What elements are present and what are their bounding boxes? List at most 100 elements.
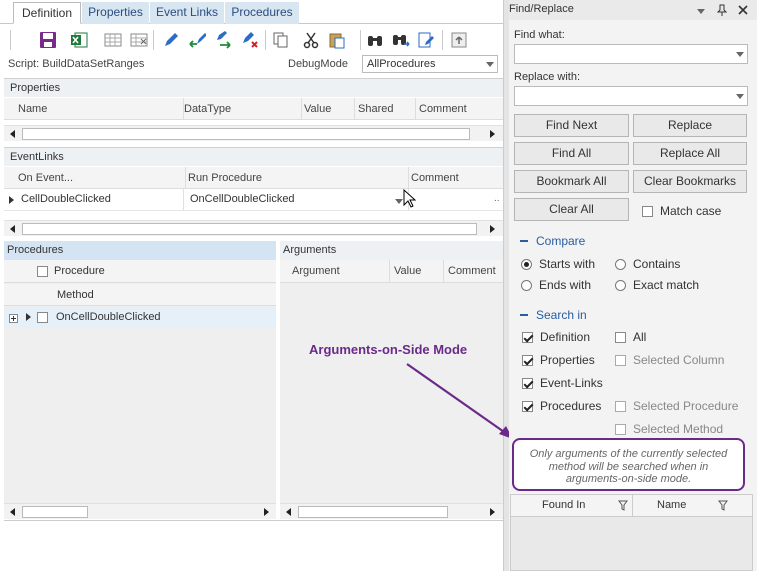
find-all-button[interactable]: Find All xyxy=(514,142,629,165)
grid-columns-remove-icon[interactable] xyxy=(128,29,150,51)
arrow-left-icon[interactable] xyxy=(186,29,208,51)
column-header-comment[interactable]: Comment xyxy=(444,260,503,283)
collapse-minus-icon[interactable] xyxy=(520,314,528,316)
starts-with-option[interactable]: Starts with xyxy=(521,257,595,271)
column-header-shared[interactable]: Shared xyxy=(354,98,416,120)
column-header-name[interactable]: Name xyxy=(14,98,184,120)
properties-option[interactable]: Properties xyxy=(522,353,595,367)
column-header-argument[interactable]: Argument xyxy=(288,260,390,283)
procedures-horizontal-scrollbar[interactable] xyxy=(4,503,276,519)
replace-with-input[interactable] xyxy=(514,86,748,106)
scroll-thumb[interactable] xyxy=(22,506,88,518)
scroll-left-icon[interactable] xyxy=(10,130,15,138)
upload-icon[interactable] xyxy=(448,29,470,51)
clear-bookmarks-button[interactable]: Clear Bookmarks xyxy=(633,170,747,193)
column-header-name[interactable]: Name xyxy=(657,499,686,511)
scroll-right-icon[interactable] xyxy=(490,508,495,516)
exact-match-option[interactable]: Exact match xyxy=(615,278,699,292)
comment-ellipsis[interactable]: .. xyxy=(494,193,500,204)
all-checkbox[interactable] xyxy=(615,331,626,343)
scroll-right-icon[interactable] xyxy=(264,508,269,516)
column-header-value[interactable]: Value xyxy=(300,98,355,120)
all-option[interactable]: All xyxy=(615,330,646,344)
table-row[interactable]: CellDoubleClicked OnCellDoubleClicked .. xyxy=(4,189,503,211)
search-in-group-header[interactable]: Search in xyxy=(520,308,587,322)
replace-all-button[interactable]: Replace All xyxy=(633,142,747,165)
scroll-left-icon[interactable] xyxy=(286,508,291,516)
filter-icon[interactable] xyxy=(718,500,728,511)
match-case-option[interactable]: Match case xyxy=(642,204,721,218)
definition-checkbox[interactable] xyxy=(522,331,533,343)
scroll-thumb[interactable] xyxy=(22,128,470,140)
delete-pencil-icon[interactable] xyxy=(239,29,261,51)
expand-plus-icon[interactable] xyxy=(9,314,18,323)
find-next-button[interactable]: Find Next xyxy=(514,114,629,137)
match-case-checkbox[interactable] xyxy=(642,205,653,217)
debug-mode-select[interactable]: AllProcedures xyxy=(362,55,498,73)
copy-icon[interactable] xyxy=(270,29,292,51)
binoculars-replace-icon[interactable] xyxy=(390,29,412,51)
binoculars-icon[interactable] xyxy=(364,29,386,51)
arguments-horizontal-scrollbar[interactable] xyxy=(280,503,503,519)
chevron-down-icon[interactable] xyxy=(736,52,744,57)
chevron-down-icon[interactable] xyxy=(486,62,494,67)
procedures-checkbox[interactable] xyxy=(522,400,533,412)
procedures-option[interactable]: Procedures xyxy=(522,399,601,413)
contains-option[interactable]: Contains xyxy=(615,257,680,271)
close-icon[interactable] xyxy=(738,5,748,15)
column-header-datatype[interactable]: DataType xyxy=(180,98,302,120)
paste-icon[interactable] xyxy=(326,29,348,51)
scroll-thumb[interactable] xyxy=(22,223,477,235)
save-icon[interactable] xyxy=(37,29,59,51)
eventlinks-horizontal-scrollbar[interactable] xyxy=(4,220,503,236)
column-header-method[interactable]: Method xyxy=(57,289,94,301)
run-procedure-cell[interactable]: OnCellDoubleClicked xyxy=(186,189,409,210)
compare-group-header[interactable]: Compare xyxy=(520,234,585,248)
chevron-down-icon[interactable] xyxy=(697,9,705,14)
excel-export-icon[interactable] xyxy=(68,29,90,51)
select-all-checkbox[interactable] xyxy=(37,266,48,277)
definition-option[interactable]: Definition xyxy=(522,330,590,344)
chevron-down-icon[interactable] xyxy=(736,94,744,99)
tab-procedures[interactable]: Procedures xyxy=(225,2,299,24)
on-event-cell[interactable]: CellDoubleClicked xyxy=(18,189,184,210)
scroll-left-icon[interactable] xyxy=(10,508,15,516)
scroll-right-icon[interactable] xyxy=(490,225,495,233)
replace-button[interactable]: Replace xyxy=(633,114,747,137)
tab-definition[interactable]: Definition xyxy=(13,2,81,24)
exact-match-radio[interactable] xyxy=(615,279,626,291)
procedure-name-cell[interactable]: OnCellDoubleClicked xyxy=(56,311,161,323)
starts-with-radio[interactable] xyxy=(521,258,532,270)
edit-pencil-icon[interactable] xyxy=(160,29,182,51)
column-header-on-event[interactable]: On Event... xyxy=(14,167,186,189)
bookmark-all-button[interactable]: Bookmark All xyxy=(514,170,629,193)
properties-horizontal-scrollbar[interactable] xyxy=(4,125,503,141)
ends-with-option[interactable]: Ends with xyxy=(521,278,591,292)
edit-document-icon[interactable] xyxy=(415,29,437,51)
filter-icon[interactable] xyxy=(618,500,628,511)
find-what-input[interactable] xyxy=(514,44,748,64)
contains-radio[interactable] xyxy=(615,258,626,270)
cut-icon[interactable] xyxy=(300,29,322,51)
column-header-procedure[interactable]: Procedure xyxy=(54,265,105,277)
chevron-down-icon[interactable] xyxy=(395,199,403,204)
pin-icon[interactable] xyxy=(717,4,727,16)
properties-checkbox[interactable] xyxy=(522,354,533,366)
column-header-comment[interactable]: Comment xyxy=(407,167,503,189)
column-header-run-procedure[interactable]: Run Procedure xyxy=(184,167,409,189)
scroll-left-icon[interactable] xyxy=(10,225,15,233)
table-row[interactable]: OnCellDoubleClicked xyxy=(4,307,276,328)
ends-with-radio[interactable] xyxy=(521,279,532,291)
procedure-checkbox[interactable] xyxy=(37,312,48,323)
event-links-checkbox[interactable] xyxy=(522,377,533,389)
column-header-found-in[interactable]: Found In xyxy=(542,499,585,511)
tab-event-links[interactable]: Event Links xyxy=(150,2,224,24)
arrow-right-icon[interactable] xyxy=(212,29,234,51)
clear-all-button[interactable]: Clear All xyxy=(514,198,629,221)
scroll-right-icon[interactable] xyxy=(490,130,495,138)
tab-properties[interactable]: Properties xyxy=(82,2,149,24)
column-header-value[interactable]: Value xyxy=(390,260,444,283)
collapse-minus-icon[interactable] xyxy=(520,240,528,242)
column-header-comment[interactable]: Comment xyxy=(415,98,503,120)
grid-columns-icon[interactable] xyxy=(102,29,124,51)
